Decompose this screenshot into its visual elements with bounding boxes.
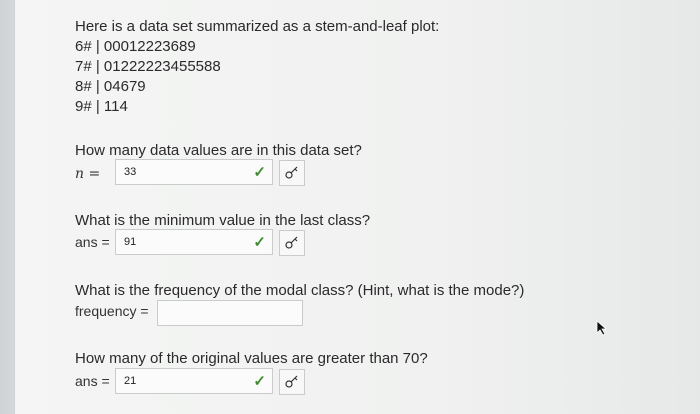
question-count: How many data values are in this data se… bbox=[75, 142, 362, 159]
answer-field[interactable]: 91 ✓ bbox=[115, 229, 273, 255]
answer-label: ans = bbox=[75, 234, 110, 250]
check-icon: ✓ bbox=[253, 164, 266, 181]
answer-label: n = bbox=[75, 166, 101, 182]
answer-label: frequency = bbox=[75, 303, 149, 319]
question-greater-than-70: How many of the original values are grea… bbox=[75, 350, 428, 367]
question-modal-frequency: What is the frequency of the modal class… bbox=[75, 282, 525, 299]
key-icon bbox=[285, 236, 298, 249]
answer-label: ans = bbox=[75, 373, 110, 389]
stem-row: 6# | 00012223689 bbox=[75, 38, 196, 55]
help-button[interactable] bbox=[279, 160, 305, 186]
answer-field[interactable]: 33 ✓ bbox=[115, 159, 273, 185]
help-button[interactable] bbox=[279, 230, 305, 256]
answer-field[interactable]: 21 ✓ bbox=[115, 368, 273, 394]
stem-row: 9# | 114 bbox=[75, 98, 128, 115]
check-icon: ✓ bbox=[253, 373, 266, 390]
answer-value: 33 bbox=[124, 166, 137, 178]
stem-row: 7# | 01222223455588 bbox=[75, 58, 221, 75]
check-icon: ✓ bbox=[253, 234, 266, 251]
answer-value: 91 bbox=[124, 236, 137, 248]
key-icon bbox=[285, 166, 298, 179]
intro-text: Here is a data set summarized as a stem-… bbox=[75, 18, 440, 35]
stem-row: 8# | 04679 bbox=[75, 78, 146, 95]
key-icon bbox=[285, 375, 298, 388]
question-minimum: What is the minimum value in the last cl… bbox=[75, 212, 371, 229]
mouse-cursor-icon bbox=[596, 320, 608, 341]
help-button[interactable] bbox=[279, 369, 305, 395]
answer-value: 21 bbox=[124, 375, 137, 387]
frequency-input[interactable] bbox=[157, 300, 303, 326]
